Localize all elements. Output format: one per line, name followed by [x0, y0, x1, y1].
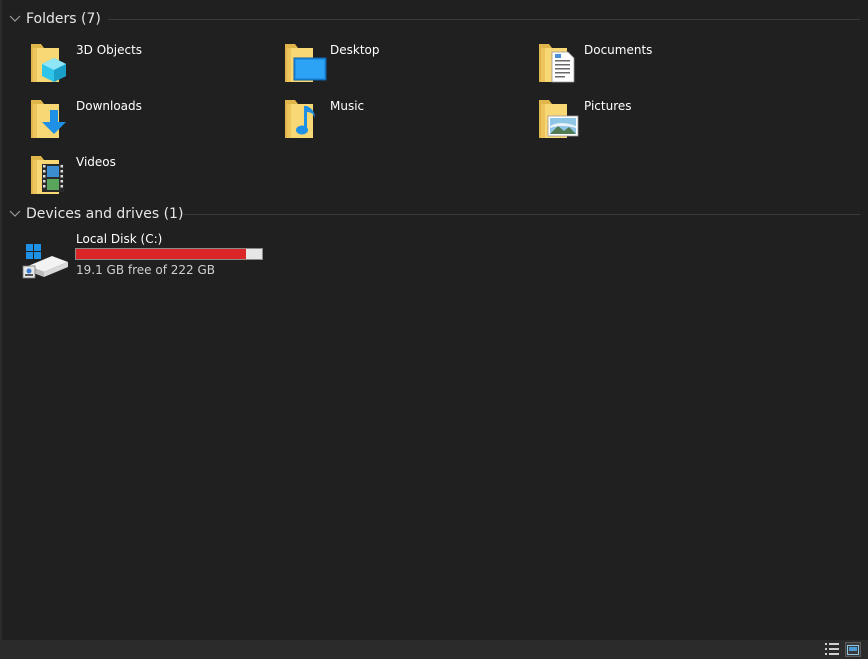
drive-free-space: 19.1 GB free of 222 GB	[76, 263, 215, 277]
drive-usage-fill	[76, 249, 246, 259]
folder-music[interactable]: Music	[282, 96, 522, 148]
documents-folder-icon	[536, 40, 584, 88]
folder-videos[interactable]: Videos	[28, 152, 268, 204]
group-divider	[108, 19, 860, 20]
details-view-icon	[825, 640, 839, 659]
folder-label: 3D Objects	[76, 43, 143, 57]
drive-usage-bar	[75, 248, 263, 260]
local-disk-icon	[22, 242, 72, 282]
folder-label: Documents	[584, 43, 653, 57]
videos-folder-icon	[28, 152, 76, 200]
folder-3d-objects[interactable]: 3D Objects	[28, 40, 268, 92]
group-divider	[183, 214, 860, 215]
folder-label: Videos	[76, 155, 116, 169]
3d-objects-folder-icon	[28, 40, 76, 88]
folder-label: Desktop	[330, 43, 380, 57]
pictures-folder-icon	[536, 96, 584, 144]
music-folder-icon	[282, 96, 330, 144]
file-explorer-window: Folders (7) 3D Objects Desktop Documents…	[0, 0, 868, 659]
drive-local-disk-c[interactable]: Local Disk (C:) 19.1 GB free of 222 GB	[22, 232, 282, 282]
group-header-devices[interactable]: Devices and drives (1)	[8, 204, 191, 224]
group-header-folders[interactable]: Folders (7)	[8, 9, 109, 29]
status-bar	[0, 640, 868, 659]
group-title-folders: Folders (7)	[26, 11, 101, 27]
folder-label: Music	[330, 99, 365, 113]
chevron-down-icon[interactable]	[8, 12, 22, 26]
folder-desktop[interactable]: Desktop	[282, 40, 522, 92]
folder-downloads[interactable]: Downloads	[28, 96, 268, 148]
folder-pictures[interactable]: Pictures	[536, 96, 776, 148]
downloads-folder-icon	[28, 96, 76, 144]
drive-label: Local Disk (C:)	[76, 232, 163, 246]
folder-label: Downloads	[76, 99, 142, 113]
folder-label: Pictures	[584, 99, 632, 113]
large-icons-view-icon	[847, 640, 859, 659]
folder-documents[interactable]: Documents	[536, 40, 776, 92]
desktop-folder-icon	[282, 40, 330, 88]
details-view-button[interactable]	[824, 642, 840, 657]
content-pane[interactable]: Folders (7) 3D Objects Desktop Documents…	[0, 0, 868, 640]
chevron-down-icon[interactable]	[8, 207, 22, 221]
large-icons-view-button[interactable]	[845, 642, 861, 657]
group-title-devices: Devices and drives (1)	[26, 206, 184, 222]
